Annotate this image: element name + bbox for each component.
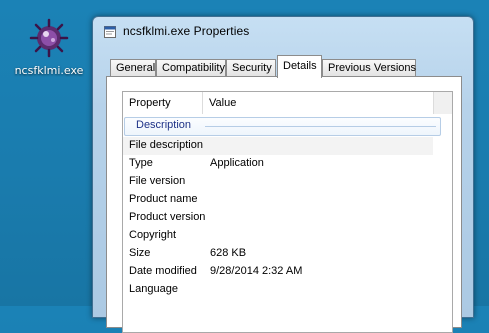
group-label: Description <box>136 119 192 131</box>
group-header-description[interactable]: Description <box>124 117 441 136</box>
property-name: Type <box>129 157 153 169</box>
list-item[interactable]: File description <box>123 137 433 155</box>
column-header-property[interactable]: Property <box>123 92 203 114</box>
details-list[interactable]: Property Value Description File descript… <box>122 91 453 333</box>
tab-compatibility[interactable]: Compatibility <box>156 59 226 77</box>
list-item[interactable]: Product name <box>123 191 433 209</box>
property-name: Date modified <box>129 265 197 277</box>
property-name: File version <box>129 175 186 187</box>
list-item[interactable]: File version <box>123 173 433 191</box>
list-item[interactable]: Language <box>123 281 433 299</box>
property-value: Application <box>210 157 264 169</box>
desktop-icon-label: ncsfklmi.exe <box>14 64 84 77</box>
list-item[interactable]: Type Application <box>123 155 433 173</box>
property-value: 628 KB <box>210 247 247 259</box>
list-item[interactable]: Date modified 9/28/2014 2:32 AM <box>123 263 433 281</box>
property-value: 9/28/2014 2:32 AM <box>210 265 303 277</box>
property-name: Language <box>129 283 178 295</box>
window-title: ncsfklmi.exe Properties <box>123 24 250 38</box>
property-name: Product version <box>129 211 206 223</box>
list-header: Property Value <box>123 92 452 114</box>
details-page: Property Value Description File descript… <box>106 76 462 333</box>
property-name: Product name <box>129 193 198 205</box>
tab-previous-versions[interactable]: Previous Versions <box>322 59 416 77</box>
desktop-file-icon[interactable]: ncsfklmi.exe <box>8 18 90 77</box>
list-item[interactable]: Copyright <box>123 227 433 245</box>
property-name: Copyright <box>129 229 177 241</box>
tab-security[interactable]: Security <box>226 59 276 77</box>
group-divider <box>205 126 436 127</box>
property-name: File description <box>129 139 203 151</box>
properties-window: ncsfklmi.exe Properties General Compatib… <box>92 16 474 333</box>
column-header-value[interactable]: Value <box>203 92 433 114</box>
column-header-spacer <box>433 92 452 114</box>
list-item[interactable]: Size 628 KB <box>123 245 433 263</box>
list-item[interactable]: Product version <box>123 209 433 227</box>
tab-details[interactable]: Details <box>277 55 322 78</box>
exe-icon <box>104 26 116 38</box>
property-name: Size <box>129 247 151 259</box>
exe-bug-icon <box>29 18 69 58</box>
tab-general[interactable]: General <box>110 59 156 77</box>
title-bar[interactable]: ncsfklmi.exe Properties <box>93 17 473 45</box>
